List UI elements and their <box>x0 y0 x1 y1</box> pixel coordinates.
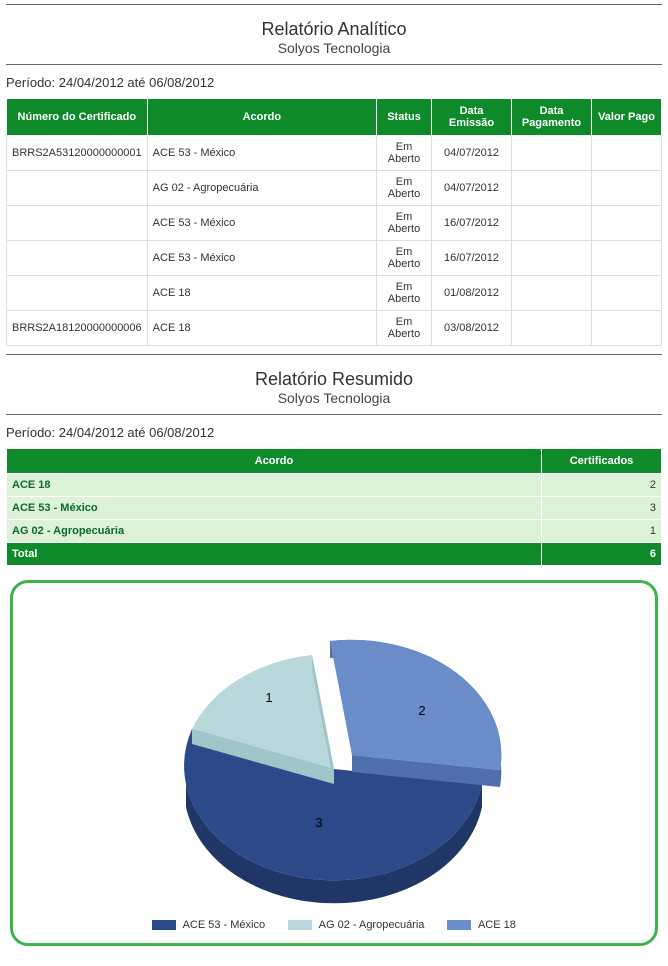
chart-panel: 2 1 3 ACE 53 - México AG 02 - Agropecuár… <box>10 580 658 946</box>
table-row: ACE 18 2 <box>7 474 662 497</box>
cell-valor <box>592 206 662 241</box>
table-row: ACE 53 - México Em Aberto 16/07/2012 <box>7 241 662 276</box>
cell-pagamento <box>512 136 592 171</box>
cell-count: 1 <box>542 520 662 543</box>
legend-item: ACE 53 - México <box>152 919 265 931</box>
table-row: BRRS2A18120000000006 ACE 18 Em Aberto 03… <box>7 311 662 346</box>
legend-swatch <box>152 920 176 930</box>
legend-item: ACE 18 <box>447 919 515 931</box>
cell-acordo: ACE 53 - México <box>147 206 376 241</box>
total-row: Total 6 <box>7 543 662 566</box>
pie-slice-ace18-group: 2 <box>330 640 501 787</box>
cell-acordo: ACE 18 <box>147 276 376 311</box>
cell-acordo: ACE 53 - México <box>7 497 542 520</box>
cell-pagamento <box>512 276 592 311</box>
col-status: Status <box>377 99 432 136</box>
cell-pagamento <box>512 206 592 241</box>
col-pagamento: Data Pagamento <box>512 99 592 136</box>
cell-status: Em Aberto <box>377 171 432 206</box>
cell-cert: BRRS2A18120000000006 <box>7 311 148 346</box>
cell-acordo: ACE 53 - México <box>147 136 376 171</box>
legend-swatch <box>447 920 471 930</box>
pie-label-ace53: 3 <box>315 815 322 830</box>
cell-acordo: ACE 53 - México <box>147 241 376 276</box>
cell-count: 3 <box>542 497 662 520</box>
cell-emissao: 16/07/2012 <box>432 206 512 241</box>
analytic-table: Número do Certificado Acordo Status Data… <box>6 98 662 346</box>
divider <box>6 354 662 355</box>
table-row: ACE 53 - México Em Aberto 16/07/2012 <box>7 206 662 241</box>
table-row: AG 02 - Agropecuária 1 <box>7 520 662 543</box>
summary-table: Acordo Certificados ACE 18 2 ACE 53 - Mé… <box>6 448 662 566</box>
table-row: ACE 53 - México 3 <box>7 497 662 520</box>
top-divider <box>6 4 662 5</box>
cell-acordo: ACE 18 <box>147 311 376 346</box>
cell-valor <box>592 171 662 206</box>
cell-cert: BRRS2A53120000000001 <box>7 136 148 171</box>
pie-chart: 2 1 3 <box>94 609 574 909</box>
cell-total-value: 6 <box>542 543 662 566</box>
col-valor-pago: Valor Pago <box>592 99 662 136</box>
table-row: AG 02 - Agropecuária Em Aberto 04/07/201… <box>7 171 662 206</box>
divider <box>6 64 662 65</box>
cell-pagamento <box>512 241 592 276</box>
cell-emissao: 04/07/2012 <box>432 171 512 206</box>
cell-acordo: AG 02 - Agropecuária <box>7 520 542 543</box>
legend-label: ACE 18 <box>478 919 516 931</box>
cell-total-label: Total <box>7 543 542 566</box>
chart-legend: ACE 53 - México AG 02 - Agropecuária ACE… <box>23 919 645 931</box>
cell-valor <box>592 311 662 346</box>
pie-label-ag02: 1 <box>265 690 272 705</box>
legend-swatch <box>288 920 312 930</box>
analytic-period-label: Período: 24/04/2012 até 06/08/2012 <box>6 75 662 90</box>
col-emissao: Data Emissão <box>432 99 512 136</box>
cell-pagamento <box>512 311 592 346</box>
cell-valor <box>592 276 662 311</box>
analytic-report-subtitle: Solyos Tecnologia <box>6 40 662 56</box>
table-row: BRRS2A53120000000001 ACE 53 - México Em … <box>7 136 662 171</box>
cell-count: 2 <box>542 474 662 497</box>
cell-emissao: 01/08/2012 <box>432 276 512 311</box>
col-certificados: Certificados <box>542 449 662 474</box>
legend-label: ACE 53 - México <box>183 919 266 931</box>
cell-acordo: AG 02 - Agropecuária <box>147 171 376 206</box>
cell-pagamento <box>512 171 592 206</box>
cell-acordo: ACE 18 <box>7 474 542 497</box>
table-row: ACE 18 Em Aberto 01/08/2012 <box>7 276 662 311</box>
cell-valor <box>592 241 662 276</box>
cell-status: Em Aberto <box>377 311 432 346</box>
cell-cert <box>7 206 148 241</box>
cell-status: Em Aberto <box>377 276 432 311</box>
pie-label-ace18: 2 <box>418 703 425 718</box>
cell-emissao: 04/07/2012 <box>432 136 512 171</box>
cell-valor <box>592 136 662 171</box>
analytic-report-title: Relatório Analítico <box>6 19 662 40</box>
summary-report-subtitle: Solyos Tecnologia <box>6 390 662 406</box>
col-cert-num: Número do Certificado <box>7 99 148 136</box>
divider <box>6 414 662 415</box>
col-acordo: Acordo <box>7 449 542 474</box>
summary-report-title: Relatório Resumido <box>6 369 662 390</box>
cell-emissao: 16/07/2012 <box>432 241 512 276</box>
legend-label: AG 02 - Agropecuária <box>319 919 425 931</box>
summary-period-label: Período: 24/04/2012 até 06/08/2012 <box>6 425 662 440</box>
cell-cert <box>7 171 148 206</box>
pie-slice-ace18 <box>330 640 501 770</box>
cell-status: Em Aberto <box>377 206 432 241</box>
col-acordo: Acordo <box>147 99 376 136</box>
cell-emissao: 03/08/2012 <box>432 311 512 346</box>
cell-status: Em Aberto <box>377 136 432 171</box>
cell-cert <box>7 276 148 311</box>
cell-cert <box>7 241 148 276</box>
cell-status: Em Aberto <box>377 241 432 276</box>
legend-item: AG 02 - Agropecuária <box>288 919 424 931</box>
